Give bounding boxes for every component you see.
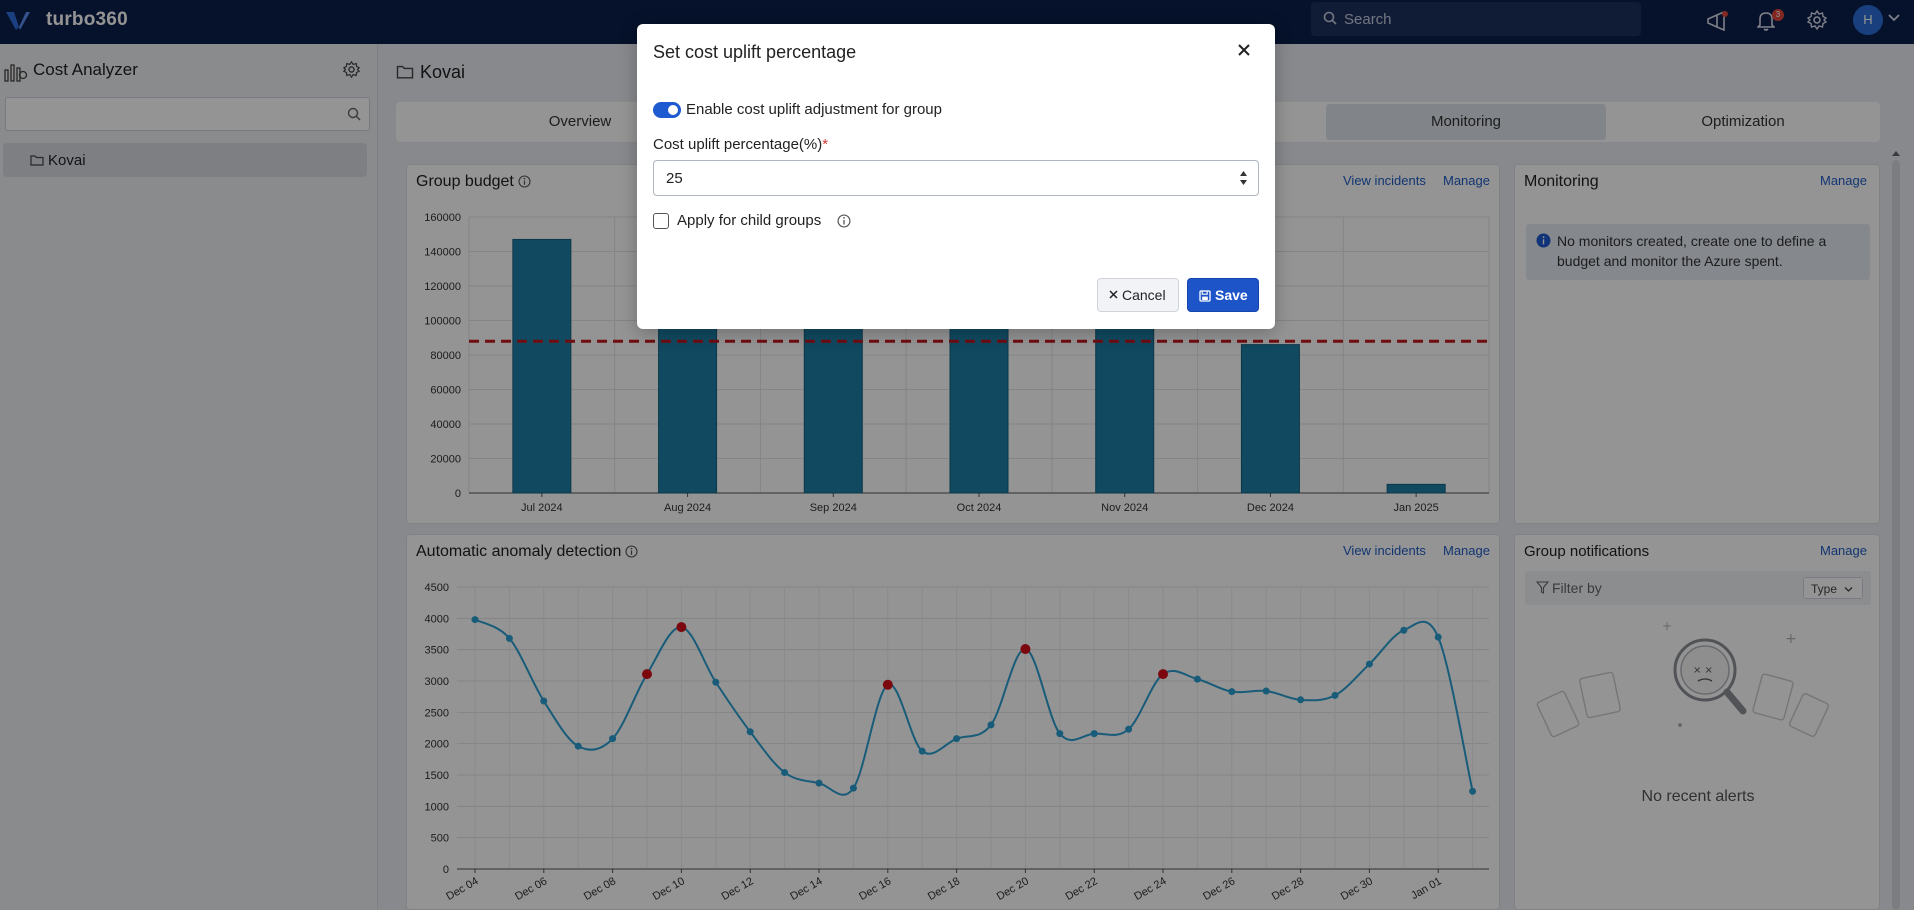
close-icon [1109,290,1118,299]
apply-child-groups-checkbox[interactable] [653,213,669,229]
cancel-label: Cancel [1122,287,1166,303]
close-icon[interactable] [1236,42,1252,58]
save-icon [1199,290,1211,302]
toggle-knob [668,105,678,115]
save-label: Save [1215,287,1248,303]
number-spinner-icon[interactable] [1239,170,1248,186]
uplift-percentage-label: Cost uplift percentage(%)* [653,136,828,153]
dialog-title: Set cost uplift percentage [653,42,857,62]
uplift-percentage-value: 25 [666,170,683,187]
save-button[interactable]: Save [1187,278,1259,312]
required-marker: * [822,136,829,153]
cost-uplift-dialog: Set cost uplift percentage Enable cost u… [637,24,1275,329]
enable-uplift-toggle[interactable] [653,102,681,118]
cancel-button[interactable]: Cancel [1097,278,1179,312]
enable-uplift-label: Enable cost uplift adjustment for group [686,101,942,118]
info-icon[interactable] [837,214,851,228]
uplift-percentage-input[interactable]: 25 [653,160,1259,196]
apply-child-groups-label: Apply for child groups [677,212,822,229]
uplift-percentage-label-text: Cost uplift percentage(%) [653,136,823,153]
